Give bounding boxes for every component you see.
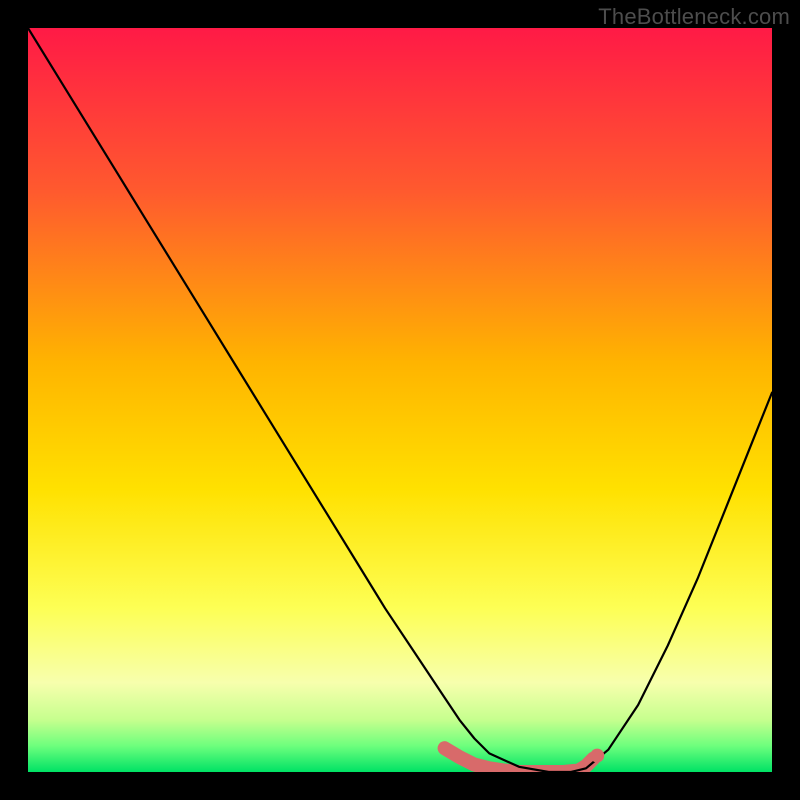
watermark-text: TheBottleneck.com (598, 4, 790, 30)
highlight-dot (590, 749, 604, 763)
plot-area (28, 28, 772, 772)
chart-svg (28, 28, 772, 772)
chart-frame: TheBottleneck.com (0, 0, 800, 800)
